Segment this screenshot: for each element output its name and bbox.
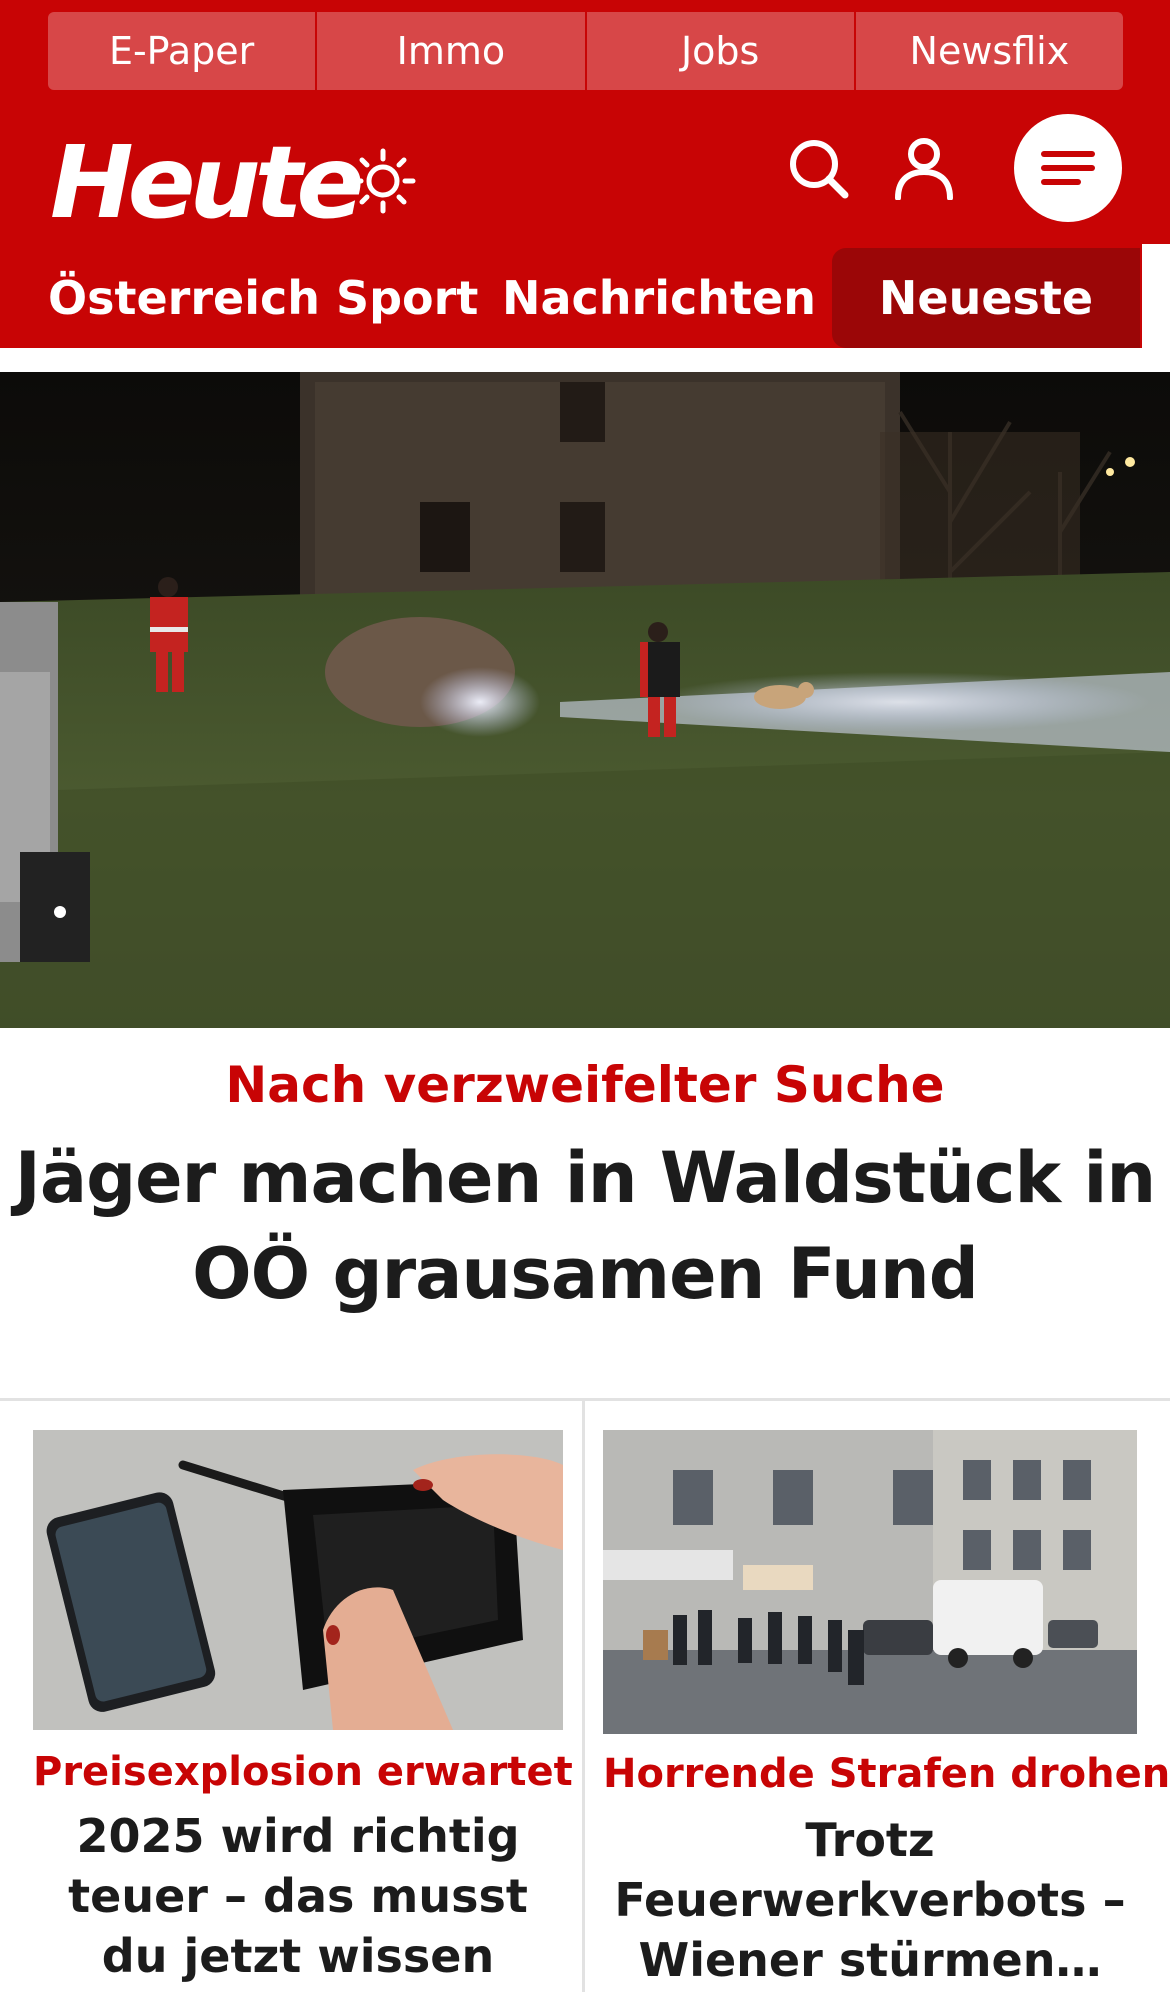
top-link-jobs[interactable]: Jobs [586, 12, 856, 90]
top-link-epaper[interactable]: E-Paper [48, 12, 318, 90]
header-edge [1142, 244, 1170, 348]
divider [0, 1398, 1170, 1401]
sun-icon[interactable] [350, 148, 416, 214]
teaser-kicker[interactable]: Horrende Strafen drohen [603, 1746, 1170, 1802]
teaser-kicker[interactable]: Preisexplosion erwartet [33, 1744, 573, 1800]
nav-item-sport[interactable]: Sport [336, 248, 478, 348]
teaser-photo [603, 1430, 1137, 1734]
teaser-headline[interactable]: 2025 wird richtig teuer – das musst du j… [43, 1806, 553, 1986]
teaser-image[interactable] [33, 1430, 563, 1730]
menu-icon [1041, 151, 1095, 185]
site-logo[interactable]: Heute [50, 118, 364, 248]
search-icon[interactable] [788, 138, 850, 200]
top-link-newsflix[interactable]: Newsflix [855, 12, 1123, 90]
top-links-bar: E-Paper Immo Jobs Newsflix [48, 12, 1123, 90]
teaser-headline[interactable]: Trotz Feuerwerkverbots – Wiener stürmen… [613, 1810, 1127, 1990]
nav-item-neueste[interactable]: Neueste [832, 248, 1140, 348]
hero-image[interactable] [0, 372, 1170, 1028]
site-header: E-Paper Immo Jobs Newsflix Heute Österre… [0, 0, 1170, 348]
nav-item-oesterreich[interactable]: Österreich [48, 248, 320, 348]
teaser-photo [33, 1430, 563, 1730]
menu-button[interactable] [1014, 114, 1122, 222]
nav-item-nachrichten[interactable]: Nachrichten [502, 248, 816, 348]
divider [582, 1400, 585, 1992]
hero-photo [0, 372, 1170, 1028]
top-link-immo[interactable]: Immo [317, 12, 587, 90]
hero-headline[interactable]: Jäger machen in Waldstück in OÖ grausame… [0, 1130, 1170, 1322]
user-icon[interactable] [893, 136, 955, 200]
teaser-image[interactable] [603, 1430, 1137, 1734]
hero-kicker[interactable]: Nach verzweifelter Suche [0, 1050, 1170, 1120]
